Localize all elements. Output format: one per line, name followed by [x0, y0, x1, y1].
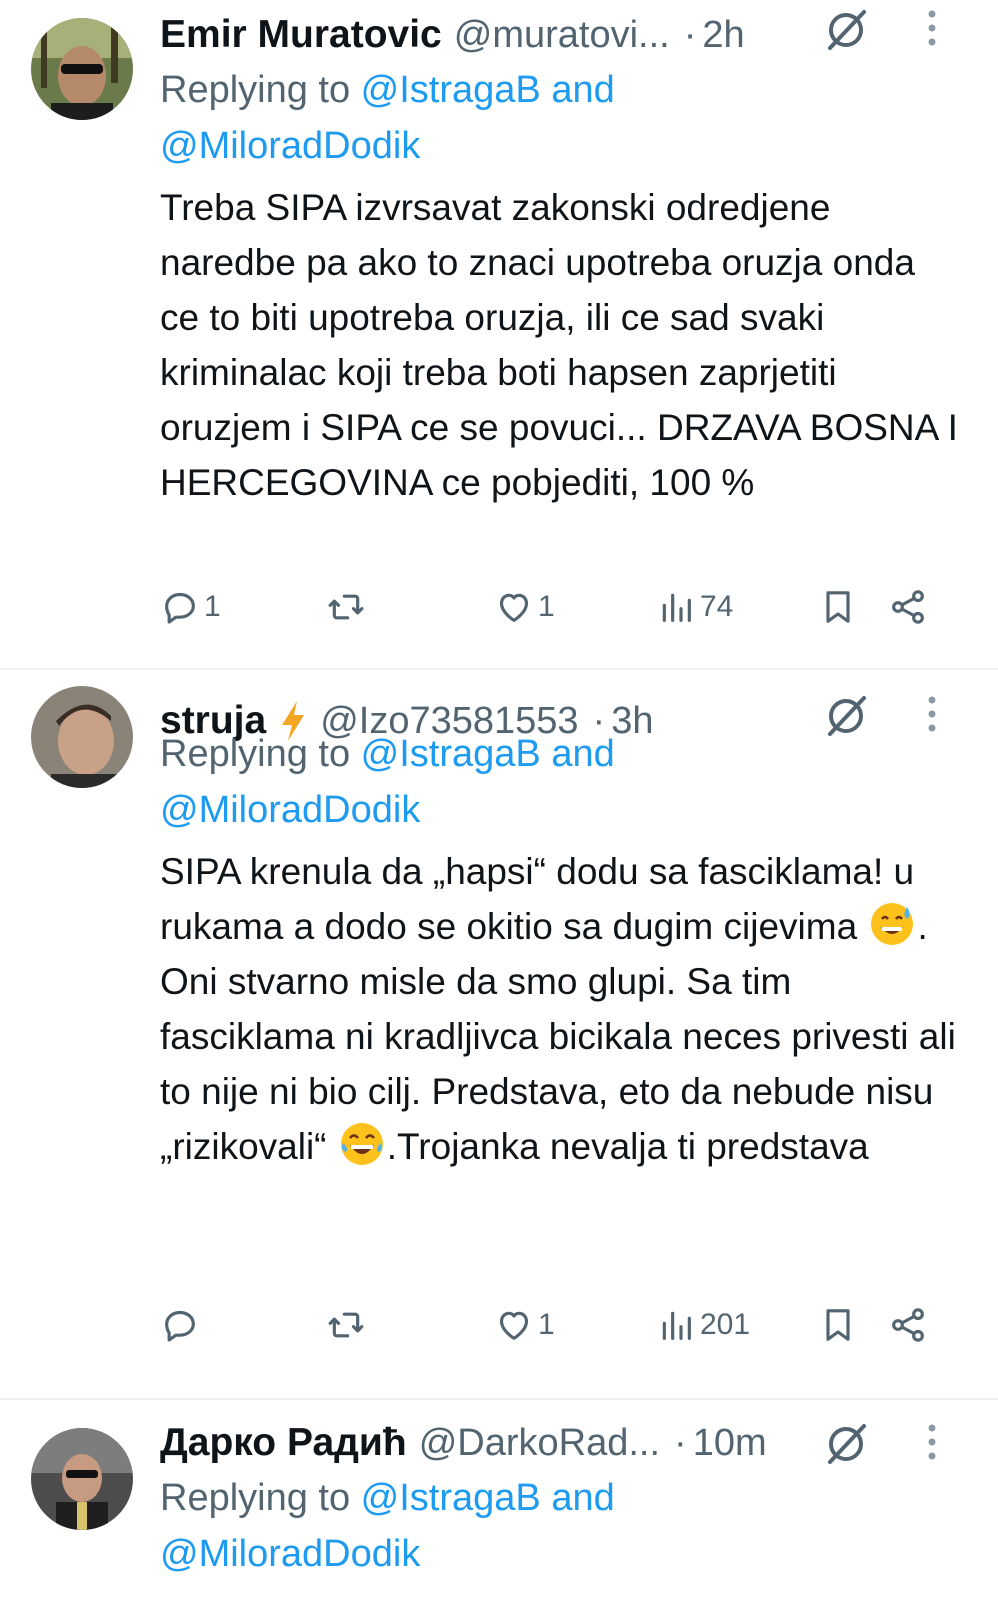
bookmark-button[interactable]	[818, 1300, 858, 1350]
retweet-button[interactable]	[326, 1300, 370, 1350]
like-count: 1	[538, 1308, 555, 1341]
tweet-3[interactable]: Дарко Радић @DarkoRad... · 10m Replying …	[0, 1400, 998, 1600]
reply-button[interactable]: 1	[160, 582, 221, 632]
dot-separator: ·	[674, 1421, 687, 1464]
retweet-button[interactable]	[326, 582, 370, 632]
replying-to: Replying to @IstragaB and @MiloradDodik	[160, 62, 960, 174]
like-icon	[499, 1311, 529, 1340]
tears-of-joy-emoji-icon	[340, 1123, 383, 1165]
bookmark-icon	[826, 591, 850, 623]
retweet-icon	[328, 594, 364, 620]
like-button[interactable]: 1	[494, 582, 555, 632]
replying-prefix: Replying to	[160, 69, 361, 111]
share-icon	[892, 590, 924, 624]
timestamp[interactable]: 10m	[693, 1422, 767, 1465]
grok-icon[interactable]	[824, 1422, 868, 1466]
share-button[interactable]	[888, 582, 928, 632]
retweet-icon	[328, 1312, 364, 1338]
reply-count: 1	[204, 590, 221, 623]
tweet-text-part: .Trojanka nevalja ti predstava	[386, 1126, 869, 1167]
views-icon	[662, 1311, 691, 1340]
avatar[interactable]	[31, 1428, 133, 1530]
grok-icon[interactable]	[824, 8, 868, 52]
tweet-header: Emir Muratovic @muratovi... · 2h	[160, 10, 998, 60]
tweet-2[interactable]: struja @Izo73581553 · 3h Replying to @Is…	[0, 670, 998, 1400]
share-button[interactable]	[888, 1300, 928, 1350]
action-bar: 1 201	[160, 1300, 940, 1350]
tweet-1[interactable]: Emir Muratovic @muratovi... · 2h Replyin…	[0, 0, 998, 670]
like-button[interactable]: 1	[494, 1300, 555, 1350]
avatar[interactable]	[31, 18, 133, 120]
views-button[interactable]: 74	[656, 582, 733, 632]
author-name[interactable]: Дарко Радић	[160, 1421, 407, 1465]
grinning-sweat-emoji-icon	[871, 903, 914, 945]
reply-icon	[165, 592, 195, 624]
share-icon	[892, 1308, 924, 1342]
tweet-header: Дарко Радић @DarkoRad... · 10m	[160, 1418, 998, 1468]
more-icon[interactable]	[926, 8, 938, 48]
timestamp[interactable]: 2h	[702, 14, 744, 57]
views-icon	[662, 593, 691, 622]
more-icon[interactable]	[926, 1422, 938, 1462]
like-count: 1	[538, 590, 555, 623]
views-count: 74	[700, 590, 734, 623]
like-icon	[499, 593, 529, 622]
dot-separator: ·	[683, 13, 697, 56]
replying-to: Replying to @IstragaB and @MiloradDodik	[160, 726, 960, 838]
views-button[interactable]: 201	[656, 1300, 750, 1350]
replying-prefix: Replying to	[160, 1477, 361, 1519]
author-handle[interactable]: @muratovi...	[454, 14, 670, 57]
bookmark-button[interactable]	[818, 582, 858, 632]
tweet-text-part: SIPA krenula da „hapsi“ dodu sa fascikla…	[160, 851, 925, 947]
action-bar: 1 1 74	[160, 582, 940, 632]
bookmark-icon	[826, 1309, 850, 1341]
author-name[interactable]: Emir Muratovic	[160, 13, 442, 57]
views-count: 201	[700, 1308, 751, 1341]
replying-prefix: Replying to	[160, 733, 361, 775]
author-handle[interactable]: @DarkoRad...	[419, 1422, 660, 1465]
tweet-text: SIPA krenula da „hapsi“ dodu sa fascikla…	[160, 844, 960, 1174]
tweet-text: Treba SIPA izvrsavat zakonski odredjene …	[160, 187, 969, 503]
replying-to: Replying to @IstragaB and @MiloradDodik	[160, 1470, 960, 1582]
avatar[interactable]	[31, 686, 133, 788]
reply-icon	[165, 1310, 195, 1342]
reply-button[interactable]	[160, 1300, 204, 1350]
